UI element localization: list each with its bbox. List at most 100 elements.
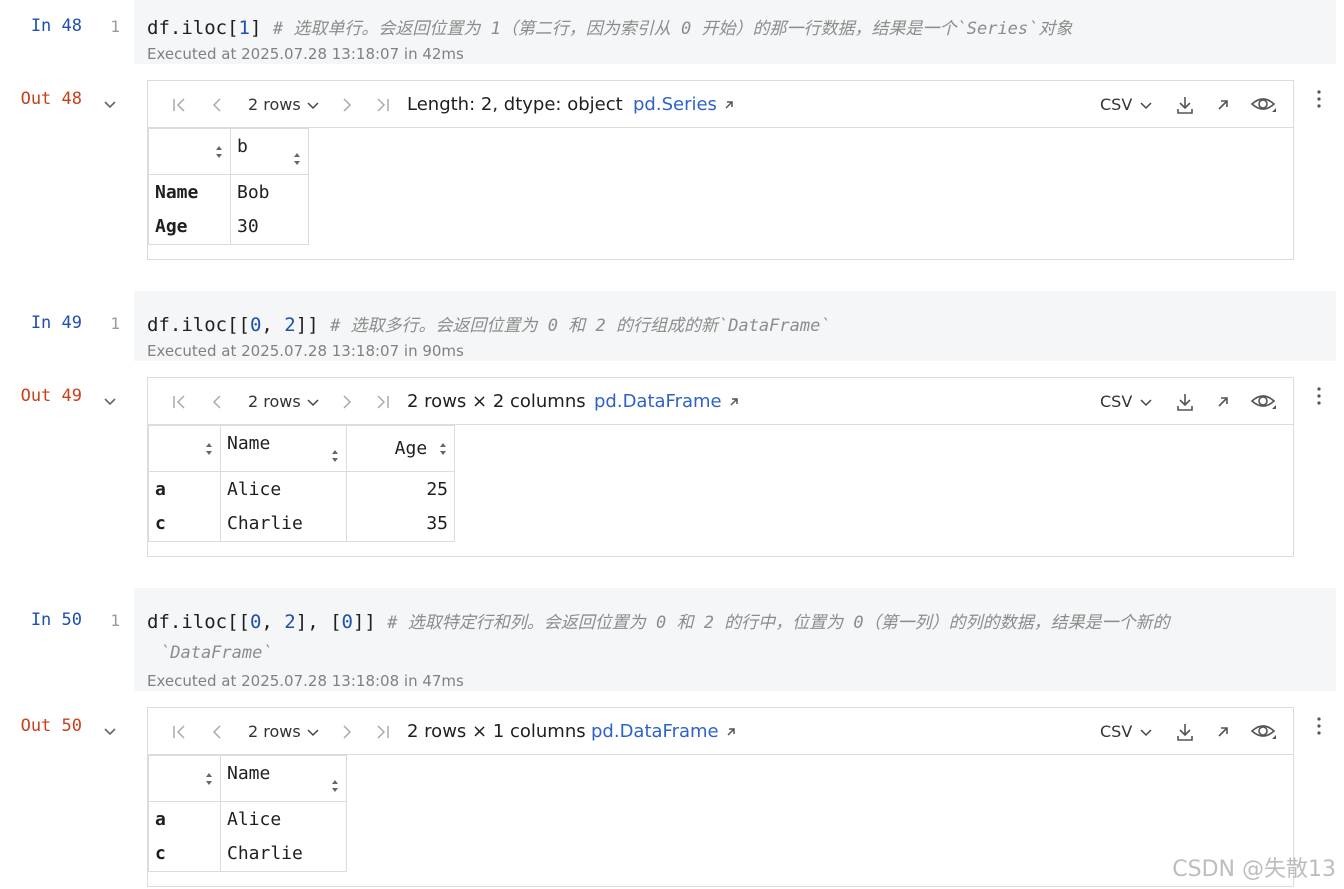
type-link[interactable]: pd.DataFrame [591, 708, 737, 755]
first-page-icon[interactable] [170, 81, 188, 128]
column-header[interactable]: Age [346, 425, 455, 472]
collapse-chevron-icon[interactable] [103, 395, 117, 409]
last-page-icon[interactable] [374, 708, 392, 755]
code-comment: `DataFrame` [160, 643, 273, 663]
index-header[interactable] [148, 425, 221, 472]
download-icon[interactable] [1175, 708, 1195, 755]
type-link-label: pd.Series [633, 94, 717, 115]
table-cell: 35 [346, 506, 455, 542]
table-row: c Charlie [148, 836, 347, 872]
column-header-label: Age [394, 438, 428, 459]
next-page-icon[interactable] [338, 708, 356, 755]
dataframe-table: b Name Bob Age 30 [148, 128, 309, 245]
sort-icon[interactable] [438, 441, 448, 457]
collapse-chevron-icon[interactable] [103, 98, 117, 112]
rows-dropdown[interactable]: 2 rows [248, 708, 321, 755]
type-link[interactable]: pd.DataFrame [594, 378, 740, 425]
code-text: ], [ [295, 611, 342, 633]
rows-dropdown[interactable]: 2 rows [248, 81, 321, 128]
sort-icon[interactable] [204, 771, 214, 787]
table-cell: 25 [346, 471, 455, 507]
index-header[interactable] [148, 128, 231, 175]
column-header[interactable]: Name [220, 425, 347, 472]
more-options-icon[interactable] [1312, 386, 1326, 406]
open-external-icon[interactable] [1216, 81, 1230, 128]
output-panel: 2 rows Length: 2, dtype: object pd.Serie… [147, 80, 1294, 260]
code-text: df.iloc[ [147, 17, 239, 39]
collapse-chevron-icon[interactable] [103, 725, 117, 739]
download-icon[interactable] [1175, 378, 1195, 425]
code-comment: # 选取特定行和列。会返回位置为 0 和 2 的行中，位置为 0（第一列）的列的… [387, 613, 1170, 633]
code-line[interactable]: df.iloc[1] # 选取单行。会返回位置为 1（第二行，因为索引从 0 开… [147, 14, 1072, 39]
column-header-label: Name [227, 433, 271, 454]
line-number: 1 [110, 611, 120, 630]
chevron-down-icon [307, 398, 319, 406]
next-page-icon[interactable] [338, 81, 356, 128]
rows-label: 2 rows [248, 722, 301, 741]
code-cell[interactable]: df.iloc[[0, 2]] # 选取多行。会返回位置为 0 和 2 的行组成… [134, 291, 1336, 361]
execution-info: Executed at 2025.07.28 13:18:08 in 47ms [147, 672, 464, 690]
last-page-icon[interactable] [374, 81, 392, 128]
code-cell[interactable]: df.iloc[[0, 2], [0]] # 选取特定行和列。会返回位置为 0 … [134, 588, 1336, 691]
row-index: a [148, 801, 221, 837]
sort-icon[interactable] [214, 144, 224, 160]
eye-icon[interactable] [1250, 378, 1278, 425]
code-line-continuation[interactable]: `DataFrame` [160, 641, 273, 663]
chevron-down-icon [1140, 101, 1152, 109]
type-link[interactable]: pd.Series [633, 81, 735, 128]
open-external-icon[interactable] [1216, 708, 1230, 755]
code-number: 2 [284, 611, 296, 633]
code-number: 0 [249, 611, 262, 633]
more-options-icon[interactable] [1312, 89, 1326, 109]
table-cell: Bob [230, 174, 309, 210]
first-page-icon[interactable] [170, 378, 188, 425]
column-header[interactable]: Name [220, 755, 347, 802]
row-index: Name [148, 174, 231, 210]
row-index: c [148, 836, 221, 872]
row-index: a [148, 471, 221, 507]
eye-icon[interactable] [1250, 81, 1278, 128]
code-line[interactable]: df.iloc[[0, 2], [0]] # 选取特定行和列。会返回位置为 0 … [147, 608, 1170, 633]
csv-label: CSV [1100, 95, 1133, 114]
column-header[interactable]: b [230, 128, 309, 175]
csv-dropdown[interactable]: CSV [1100, 81, 1154, 128]
rows-label: 2 rows [248, 392, 301, 411]
next-page-icon[interactable] [338, 378, 356, 425]
csv-dropdown[interactable]: CSV [1100, 378, 1154, 425]
prev-page-icon[interactable] [208, 708, 226, 755]
first-page-icon[interactable] [170, 708, 188, 755]
rows-dropdown[interactable]: 2 rows [248, 378, 321, 425]
eye-icon[interactable] [1250, 708, 1278, 755]
sort-icon[interactable] [330, 448, 340, 464]
open-external-icon[interactable] [1216, 378, 1230, 425]
code-line[interactable]: df.iloc[[0, 2]] # 选取多行。会返回位置为 0 和 2 的行组成… [147, 311, 831, 336]
output-summary: 2 rows × 1 columns [407, 721, 586, 742]
output-panel: 2 rows 2 rows × 2 columns pd.DataFrame C… [147, 377, 1294, 557]
external-link-icon [727, 727, 735, 736]
external-link-icon [730, 397, 738, 406]
table-row: Age 30 [148, 209, 309, 245]
table-row: a Alice 25 [148, 471, 455, 507]
table-cell: Alice [220, 471, 347, 507]
more-options-icon[interactable] [1312, 716, 1326, 736]
watermark: CSDN @失散13 [1172, 857, 1336, 882]
execution-info: Executed at 2025.07.28 13:18:07 in 42ms [147, 45, 464, 63]
csv-label: CSV [1100, 392, 1133, 411]
sort-icon[interactable] [330, 778, 340, 794]
code-cell[interactable]: df.iloc[1] # 选取单行。会返回位置为 1（第二行，因为索引从 0 开… [134, 0, 1336, 64]
code-text: df.iloc[[ [147, 611, 250, 633]
table-cell: Charlie [220, 506, 347, 542]
last-page-icon[interactable] [374, 378, 392, 425]
prev-page-icon[interactable] [208, 378, 226, 425]
code-text: df.iloc[[ [147, 314, 250, 336]
prev-page-icon[interactable] [208, 81, 226, 128]
sort-icon[interactable] [292, 151, 302, 167]
rows-label: 2 rows [248, 95, 301, 114]
code-number: 0 [341, 611, 353, 633]
code-comment: # 选取单行。会返回位置为 1（第二行，因为索引从 0 开始）的那一行数据，结果… [272, 19, 1073, 39]
index-header[interactable] [148, 755, 221, 802]
csv-dropdown[interactable]: CSV [1100, 708, 1154, 755]
in-prompt: In 48 [30, 16, 82, 36]
download-icon[interactable] [1175, 81, 1195, 128]
sort-icon[interactable] [204, 441, 214, 457]
